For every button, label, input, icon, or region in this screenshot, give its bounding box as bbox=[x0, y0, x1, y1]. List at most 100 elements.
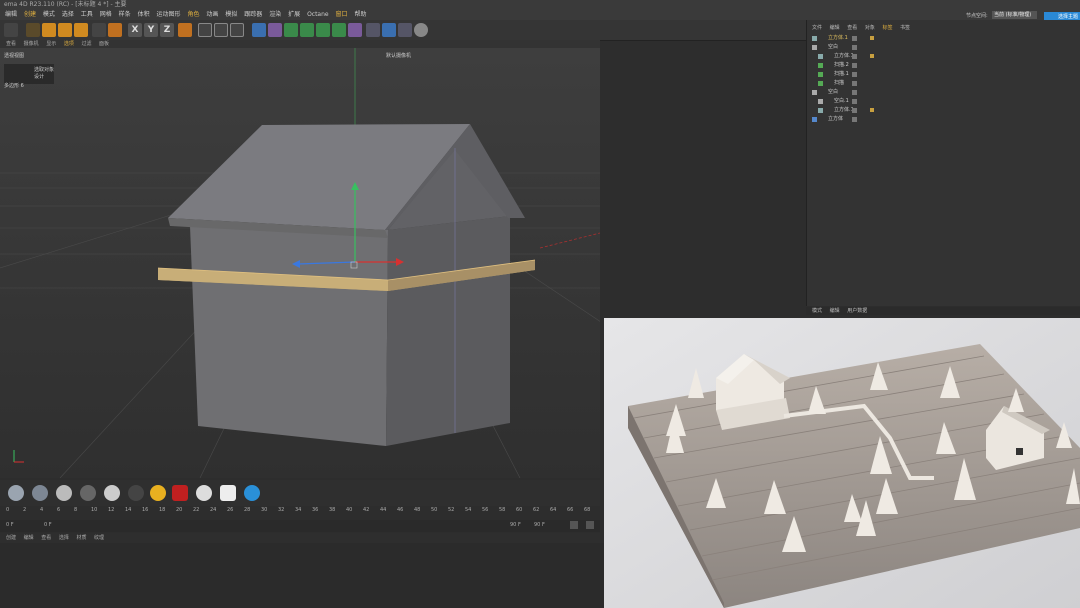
om-menu-item[interactable]: 书签 bbox=[900, 25, 910, 31]
layout-dropdown[interactable]: 当前 (标准/物理) bbox=[992, 11, 1037, 19]
viewport-menu-item[interactable]: 过滤 bbox=[81, 41, 91, 47]
checker-sphere-icon[interactable] bbox=[104, 485, 120, 501]
end-frame-field[interactable]: 90 F bbox=[510, 522, 521, 528]
menu-item[interactable]: Octane bbox=[307, 10, 329, 20]
window-title: ema 4D R23.110 (RC) - [未标题 4 *] - 主要 bbox=[0, 0, 1080, 10]
menu-item[interactable]: 创建 bbox=[24, 10, 36, 20]
sun-light-icon[interactable] bbox=[150, 485, 166, 501]
coordinate-icon[interactable] bbox=[92, 23, 106, 37]
move-tool-icon[interactable] bbox=[42, 23, 56, 37]
extrude-icon[interactable] bbox=[300, 23, 314, 37]
camera-icon[interactable] bbox=[172, 485, 188, 501]
material-sphere-icon[interactable] bbox=[80, 485, 96, 501]
play-icon[interactable] bbox=[586, 521, 594, 529]
object-mode-icon[interactable] bbox=[108, 23, 122, 37]
start-frame-field[interactable]: 0 F bbox=[6, 522, 14, 528]
menu-item[interactable]: 渲染 bbox=[269, 10, 281, 20]
menu-item[interactable]: 体积 bbox=[138, 10, 150, 20]
target-icon[interactable] bbox=[196, 485, 212, 501]
menu-item[interactable]: 模拟 bbox=[225, 10, 237, 20]
render-settings-icon[interactable] bbox=[230, 23, 244, 37]
world-coord-icon[interactable] bbox=[178, 23, 192, 37]
toolbar: X Y Z bbox=[0, 20, 806, 41]
menu-item[interactable]: 帮助 bbox=[354, 10, 366, 20]
mm-menu-item[interactable]: 纹理 bbox=[94, 535, 104, 541]
timeline-tick: 4 bbox=[40, 507, 44, 513]
menu-item[interactable]: 模式 bbox=[43, 10, 55, 20]
render-view-icon[interactable] bbox=[198, 23, 212, 37]
mm-menu-item[interactable]: 创建 bbox=[6, 535, 16, 541]
menu-item[interactable]: 动画 bbox=[206, 10, 218, 20]
house-model[interactable] bbox=[157, 124, 536, 446]
am-menu-item[interactable]: 用户数据 bbox=[847, 308, 867, 314]
om-menu-item[interactable]: 标签 bbox=[882, 25, 892, 31]
toon-material-icon[interactable] bbox=[244, 485, 260, 501]
viewport-menu-item[interactable]: 面板 bbox=[99, 41, 109, 47]
material-sphere-icon[interactable] bbox=[8, 485, 24, 501]
menu-item[interactable]: 角色 bbox=[187, 10, 199, 20]
viewport-menu-item[interactable]: 显示 bbox=[46, 41, 56, 47]
array-icon[interactable] bbox=[332, 23, 346, 37]
render-picture-icon[interactable] bbox=[214, 23, 228, 37]
checker-sphere-icon[interactable] bbox=[56, 485, 72, 501]
mix-material-icon[interactable] bbox=[128, 485, 144, 501]
deformer-icon[interactable] bbox=[348, 23, 362, 37]
timeline-tick: 62 bbox=[533, 507, 540, 513]
rotate-tool-icon[interactable] bbox=[74, 23, 88, 37]
mm-menu-item[interactable]: 编辑 bbox=[24, 535, 34, 541]
menu-item[interactable]: 运动图形 bbox=[157, 10, 181, 20]
current-frame-field[interactable]: 0 F bbox=[44, 522, 52, 528]
timeline-tick: 48 bbox=[414, 507, 421, 513]
axis-y-button[interactable]: Y bbox=[144, 23, 158, 37]
render-preview-image bbox=[604, 318, 1080, 608]
om-menu-item[interactable]: 查看 bbox=[847, 25, 857, 31]
cloner-icon[interactable] bbox=[316, 23, 330, 37]
menu-item[interactable]: 扩展 bbox=[288, 10, 300, 20]
layout-label: 节点空间: bbox=[966, 13, 988, 19]
pen-icon[interactable] bbox=[268, 23, 282, 37]
am-menu-item[interactable]: 模式 bbox=[812, 308, 822, 314]
viewport-menu-item[interactable]: 查看 bbox=[6, 41, 16, 47]
hint-mode-row: 选取对象 设计 bbox=[4, 64, 54, 80]
om-menu-item[interactable]: 编辑 bbox=[830, 25, 840, 31]
timeline-tick: 22 bbox=[193, 507, 200, 513]
menu-item[interactable]: 选择 bbox=[62, 10, 74, 20]
undo-icon[interactable] bbox=[4, 23, 18, 37]
mm-menu-item[interactable]: 查看 bbox=[41, 535, 51, 541]
am-menu-item[interactable]: 编辑 bbox=[830, 308, 840, 314]
go-start-icon[interactable] bbox=[570, 521, 578, 529]
menu-item[interactable]: 编辑 bbox=[5, 10, 17, 20]
mm-menu-item[interactable]: 选择 bbox=[59, 535, 69, 541]
subdivision-icon[interactable] bbox=[284, 23, 298, 37]
camera-label[interactable]: 默认摄像机 bbox=[386, 52, 411, 59]
area-light-icon[interactable] bbox=[220, 485, 236, 501]
menu-item[interactable]: 跟踪器 bbox=[244, 10, 262, 20]
timeline-ruler[interactable]: 0 2 4 6 8 10 12 14 16 18 20 22 24 26 28 … bbox=[0, 506, 600, 520]
menu-item[interactable]: 窗口 bbox=[336, 10, 348, 20]
mm-menu-item[interactable]: 材质 bbox=[76, 535, 86, 541]
floor-icon[interactable] bbox=[366, 23, 380, 37]
om-menu-item[interactable]: 文件 bbox=[812, 25, 822, 31]
menu-item[interactable]: 网格 bbox=[100, 10, 112, 20]
timeline-tick: 60 bbox=[516, 507, 523, 513]
menu-item[interactable]: 工具 bbox=[81, 10, 93, 20]
menu-item[interactable]: 样条 bbox=[119, 10, 131, 20]
grid-icon[interactable] bbox=[382, 23, 396, 37]
viewport-menu-item[interactable]: 选项 bbox=[64, 41, 74, 47]
cube-icon[interactable] bbox=[252, 23, 266, 37]
hint-box: 选取对象 设计 多边形 6 bbox=[4, 64, 54, 89]
scale-tool-icon[interactable] bbox=[58, 23, 72, 37]
select-tool-icon[interactable] bbox=[26, 23, 40, 37]
preview-end-field[interactable]: 90 F bbox=[534, 522, 545, 528]
timeline-tick: 46 bbox=[397, 507, 404, 513]
camera-icon[interactable] bbox=[398, 23, 412, 37]
timeline-tick: 54 bbox=[465, 507, 472, 513]
viewport-menu-item[interactable]: 摄像机 bbox=[24, 41, 39, 47]
material-sphere-icon[interactable] bbox=[32, 485, 48, 501]
axis-z-button[interactable]: Z bbox=[160, 23, 174, 37]
timeline-tick: 56 bbox=[482, 507, 489, 513]
axis-x-button[interactable]: X bbox=[128, 23, 142, 37]
viewport-3d[interactable] bbox=[0, 48, 600, 478]
light-icon[interactable] bbox=[414, 23, 428, 37]
om-menu-item[interactable]: 对象 bbox=[865, 25, 875, 31]
